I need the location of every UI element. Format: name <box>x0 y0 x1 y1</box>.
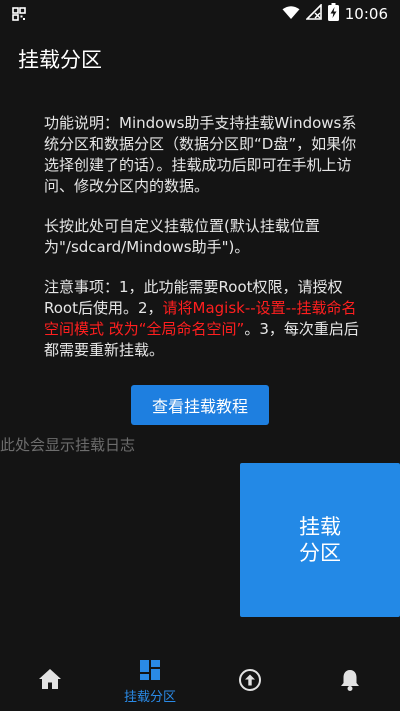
nav-item-home[interactable] <box>0 650 100 711</box>
no-signal-icon <box>304 3 322 24</box>
status-bar: 10:06 <box>0 0 400 28</box>
scan-notification-icon <box>12 6 26 25</box>
nav-item-notifications[interactable] <box>300 650 400 711</box>
upload-circle-icon <box>239 669 261 691</box>
nav-label-mount-partition: 挂载分区 <box>123 690 176 705</box>
mount-button-label-line1: 挂载 <box>299 515 341 539</box>
home-icon <box>39 669 61 689</box>
view-mount-tutorial-button[interactable]: 查看挂载教程 <box>131 385 269 425</box>
notice-text: 注意事项：1，此功能需要Root权限，请授权Root后使用。2，请将Magisk… <box>44 277 362 361</box>
mount-button-label-line2: 分区 <box>299 541 341 565</box>
bell-icon <box>341 670 359 691</box>
wifi-icon <box>282 5 300 24</box>
battery-charging-icon <box>327 3 339 25</box>
mount-partition-button[interactable]: 挂载 分区 <box>240 463 400 617</box>
bottom-navigation: 挂载分区 <box>0 650 400 711</box>
nav-item-mount-partition[interactable]: 挂载分区 <box>100 650 200 711</box>
status-time: 10:06 <box>344 5 388 23</box>
function-description: 功能说明：Mindows助手支持挂载Windows系统分区和数据分区（数据分区即… <box>44 114 357 195</box>
custom-mount-location-hint: 长按此处可自定义挂载位置(默认挂载位置为"/sdcard/Mindows助手")… <box>44 217 320 256</box>
dashboard-icon <box>140 660 160 680</box>
page-title: 挂载分区 <box>18 48 102 72</box>
mount-log-output: 此处会显示挂载日志 <box>0 436 136 454</box>
mount-description[interactable]: 功能说明：Mindows助手支持挂载Windows系统分区和数据分区（数据分区即… <box>44 113 362 380</box>
nav-item-upload[interactable] <box>200 650 300 711</box>
